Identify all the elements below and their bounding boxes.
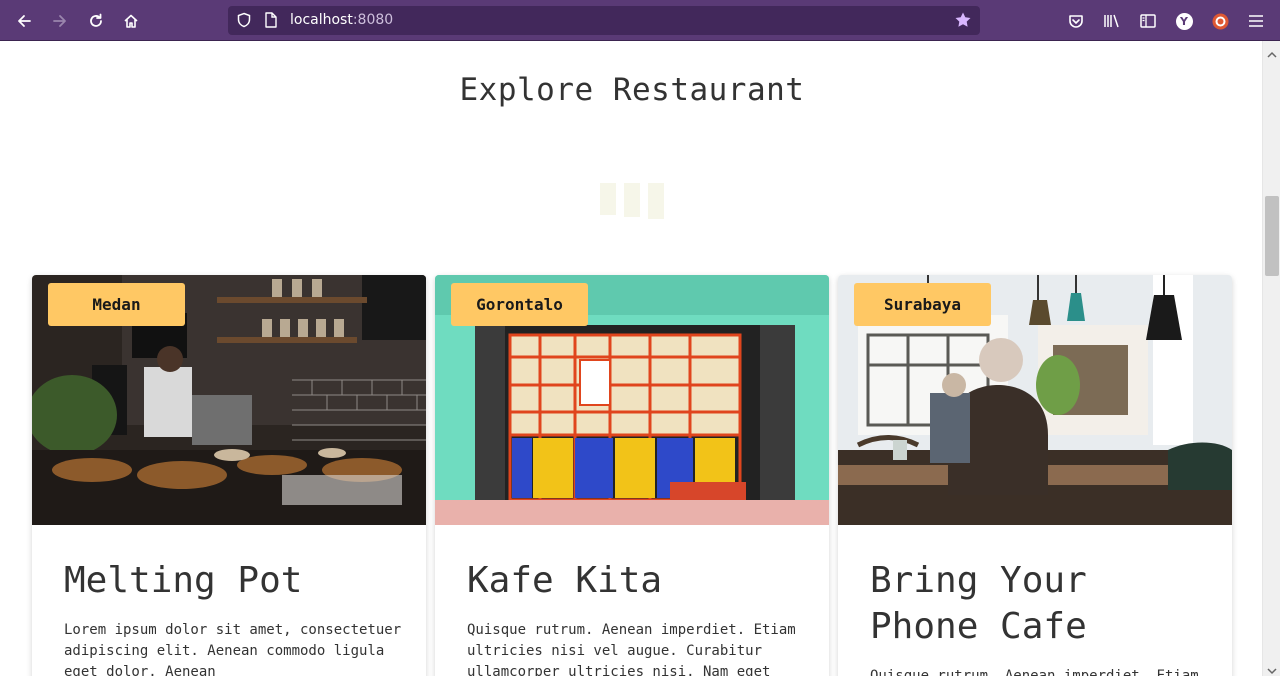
browser-toolbar: localhost:8080 Y xyxy=(0,0,1280,41)
scroll-down-arrow-icon[interactable] xyxy=(1267,661,1277,675)
page-title: Explore Restaurant xyxy=(459,72,805,108)
url-bar[interactable]: localhost:8080 xyxy=(228,6,980,35)
duckduckgo-icon[interactable] xyxy=(1207,8,1233,34)
yandex-letter: Y xyxy=(1175,12,1193,30)
library-icon[interactable] xyxy=(1099,8,1125,34)
forward-arrow-icon[interactable] xyxy=(47,8,73,34)
sidebar-icon[interactable] xyxy=(1135,8,1161,34)
back-arrow-icon[interactable] xyxy=(11,8,37,34)
restaurant-name[interactable]: Kafe Kita xyxy=(467,558,807,604)
shield-icon[interactable] xyxy=(236,12,252,32)
loading-indicator xyxy=(600,183,664,219)
scroll-thumb[interactable] xyxy=(1265,196,1279,276)
pocket-icon[interactable] xyxy=(1063,8,1089,34)
chrome-border xyxy=(0,40,1280,41)
restaurant-name[interactable]: Melting Pot xyxy=(64,558,404,604)
restaurant-card[interactable]: Medan Melting Pot Lorem ipsum dolor sit … xyxy=(32,275,426,676)
restaurant-description: Quisque rutrum. Aenean imperdiet. Etiam … xyxy=(467,622,796,676)
page-icon xyxy=(264,12,278,32)
restaurant-image: Medan xyxy=(32,275,426,525)
restaurant-description: Lorem ipsum dolor sit amet, consectetuer… xyxy=(64,622,402,676)
city-badge: Gorontalo xyxy=(451,283,588,326)
url-text[interactable]: localhost:8080 xyxy=(290,12,393,28)
menu-icon[interactable] xyxy=(1243,8,1269,34)
city-badge: Medan xyxy=(48,283,185,326)
restaurant-card[interactable]: Gorontalo Kafe Kita Quisque rutrum. Aene… xyxy=(435,275,829,676)
restaurant-card[interactable]: Surabaya Bring Your Phone Cafe Quisque r… xyxy=(838,275,1232,676)
vertical-scrollbar[interactable] xyxy=(1262,41,1280,676)
url-host: localhost xyxy=(290,12,353,28)
bookmark-star-icon[interactable] xyxy=(954,11,972,33)
home-icon[interactable] xyxy=(118,8,144,34)
restaurant-image: Gorontalo xyxy=(435,275,829,525)
loader-bar xyxy=(648,183,664,219)
scroll-up-arrow-icon[interactable] xyxy=(1267,45,1277,58)
restaurant-image: Surabaya xyxy=(838,275,1232,525)
reload-icon[interactable] xyxy=(83,8,109,34)
loader-bar xyxy=(624,183,640,217)
loader-bar xyxy=(600,183,616,215)
restaurant-description: Quisque rutrum. Aenean imperdiet. Etiam xyxy=(870,668,1199,676)
yandex-icon[interactable]: Y xyxy=(1171,8,1197,34)
restaurant-name[interactable]: Bring Your Phone Cafe xyxy=(870,558,1210,650)
url-port: :8080 xyxy=(352,12,394,28)
city-badge: Surabaya xyxy=(854,283,991,326)
